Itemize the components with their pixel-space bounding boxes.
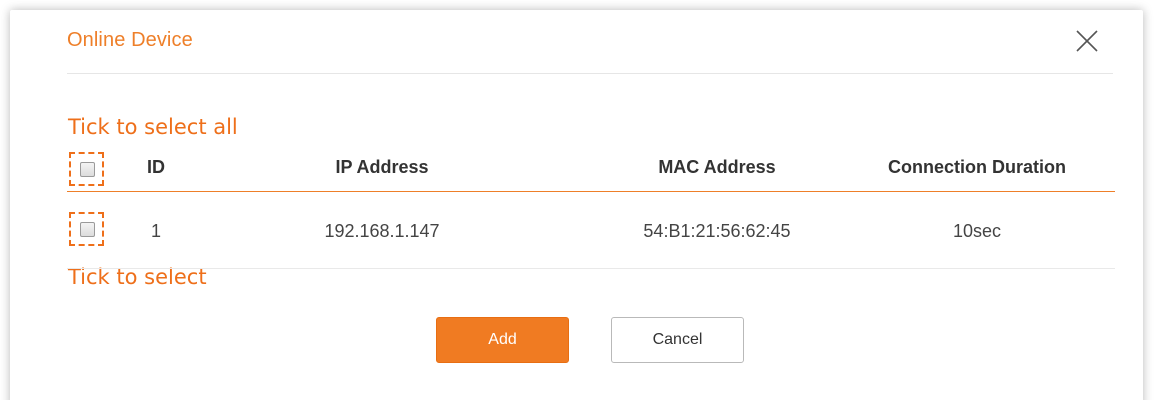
row-checkbox-cell bbox=[67, 192, 111, 268]
cell-mac: 54:B1:21:56:62:45 bbox=[643, 221, 791, 241]
cell-id: 1 bbox=[150, 221, 161, 241]
title-divider bbox=[67, 73, 1113, 74]
select-all-checkbox[interactable] bbox=[69, 152, 104, 186]
column-header-id: ID bbox=[147, 157, 165, 177]
checkbox-box bbox=[80, 222, 95, 237]
dialog-title: Online Device bbox=[67, 29, 193, 51]
row-select-checkbox[interactable] bbox=[69, 212, 104, 246]
column-header-duration: Connection Duration bbox=[888, 157, 1066, 177]
add-button[interactable]: Add bbox=[436, 317, 569, 363]
online-device-dialog: Online Device Tick to select all Tick to… bbox=[10, 10, 1143, 400]
annotation-select-all: Tick to select all bbox=[68, 115, 238, 139]
close-icon bbox=[1076, 30, 1098, 52]
header-checkbox-cell bbox=[67, 141, 111, 191]
cell-duration: 10sec bbox=[952, 221, 1002, 241]
cancel-button[interactable]: Cancel bbox=[611, 317, 744, 363]
column-header-mac: MAC Address bbox=[658, 157, 776, 177]
online-device-table: ID IP Address MAC Address Connection Dur… bbox=[67, 141, 1115, 269]
close-button[interactable] bbox=[1073, 27, 1101, 55]
cell-ip: 192.168.1.147 bbox=[324, 221, 440, 241]
column-header-ip: IP Address bbox=[335, 157, 429, 177]
checkbox-box bbox=[80, 162, 95, 177]
table-row: 1 192.168.1.147 54:B1:21:56:62:45 10sec bbox=[67, 192, 1115, 269]
table-header: ID IP Address MAC Address Connection Dur… bbox=[67, 141, 1115, 192]
